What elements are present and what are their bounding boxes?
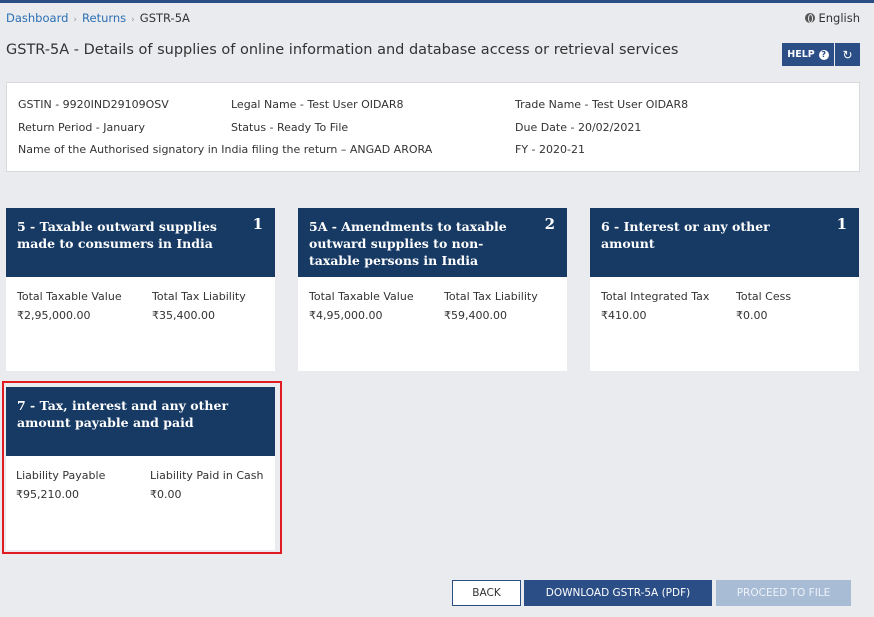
globe-icon — [805, 13, 816, 23]
tile-table-6[interactable]: 6 - Interest or any other amount 1 Total… — [590, 208, 859, 371]
tile-label: Total Taxable Value — [309, 290, 414, 303]
gstin: GSTIN - 9920IND29109OSV — [18, 98, 169, 111]
tile-label: Total Integrated Tax — [601, 290, 710, 303]
status: Status - Ready To File — [231, 121, 349, 134]
tile-value: ₹2,95,000.00 — [17, 309, 91, 322]
breadcrumb-returns[interactable]: Returns — [82, 11, 126, 25]
tile-count: 1 — [252, 215, 263, 233]
authorised-signatory: Name of the Authorised signatory in Indi… — [18, 143, 433, 156]
tile-label: Total Tax Liability — [152, 290, 246, 303]
trade-name: Trade Name - Test User OIDAR8 — [515, 98, 689, 111]
help-label: HELP — [787, 49, 815, 60]
tile-value: ₹0.00 — [736, 309, 768, 322]
page-title: GSTR-5A - Details of supplies of online … — [6, 42, 679, 58]
tile-count: 2 — [544, 215, 555, 233]
language-label: English — [818, 11, 860, 25]
tile-value: ₹59,400.00 — [444, 309, 507, 322]
proceed-to-file-button[interactable]: PROCEED TO FILE — [716, 580, 851, 606]
tile-title: 6 - Interest or any other amount — [590, 208, 859, 277]
tile-table-5a[interactable]: 5A - Amendments to taxable outward suppl… — [298, 208, 567, 371]
chevron-right-icon: › — [131, 15, 135, 25]
breadcrumb-dashboard[interactable]: Dashboard — [6, 11, 68, 25]
tile-label: Total Taxable Value — [17, 290, 122, 303]
download-pdf-button[interactable]: DOWNLOAD GSTR-5A (PDF) — [524, 580, 712, 606]
chevron-right-icon: › — [73, 15, 78, 25]
highlight-box — [2, 381, 282, 554]
tile-value: ₹410.00 — [601, 309, 647, 322]
tile-label: Total Cess — [736, 290, 792, 303]
breadcrumb: Dashboard › Returns › GSTR-5A — [6, 11, 190, 25]
help-button[interactable]: HELP ? — [782, 43, 834, 66]
refresh-button[interactable]: ↻ — [835, 43, 860, 66]
tile-table-5[interactable]: 5 - Taxable outward supplies made to con… — [6, 208, 275, 371]
tile-title: 5 - Taxable outward supplies made to con… — [6, 208, 275, 277]
tile-value: ₹35,400.00 — [152, 309, 215, 322]
tile-label: Total Tax Liability — [444, 290, 538, 303]
back-button[interactable]: BACK — [452, 580, 521, 606]
tile-count: 1 — [836, 215, 847, 233]
language-selector[interactable]: English — [805, 11, 860, 25]
breadcrumb-current: GSTR-5A — [139, 11, 190, 25]
question-icon: ? — [818, 49, 829, 60]
due-date: Due Date - 20/02/2021 — [515, 121, 642, 134]
financial-year: FY - 2020-21 — [515, 143, 585, 156]
return-info-panel: GSTIN - 9920IND29109OSV Legal Name - Tes… — [6, 82, 860, 172]
legal-name: Legal Name - Test User OIDAR8 — [231, 98, 404, 111]
tile-value: ₹4,95,000.00 — [309, 309, 383, 322]
return-period: Return Period - January — [18, 121, 145, 134]
tile-title: 5A - Amendments to taxable outward suppl… — [298, 208, 567, 277]
refresh-icon: ↻ — [842, 47, 853, 62]
top-bar — [0, 0, 874, 3]
